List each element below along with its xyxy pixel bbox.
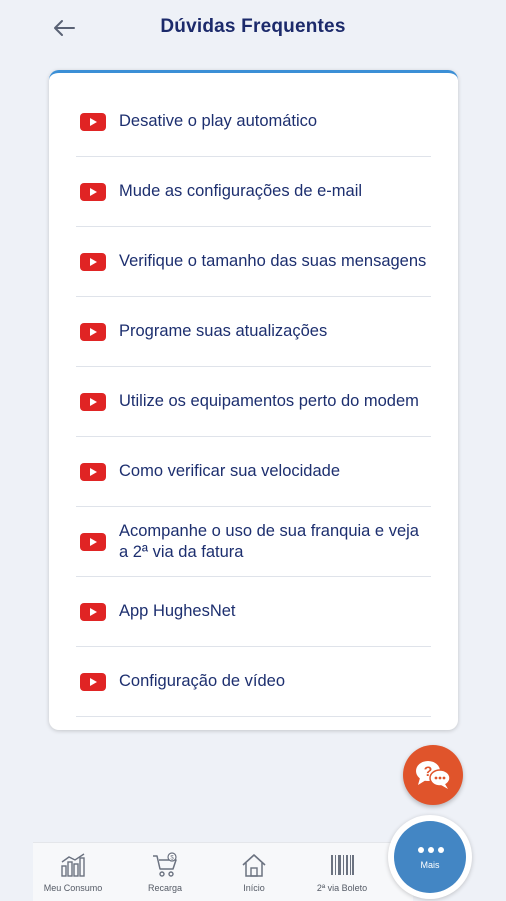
cart-icon: $ (153, 852, 177, 877)
faq-item-video-settings[interactable]: Configuração de vídeo (76, 647, 431, 717)
nav-item-inicio[interactable]: Início (214, 843, 294, 901)
nav-item-meu-consumo[interactable]: Meu Consumo (33, 843, 113, 901)
bar-chart-icon (61, 853, 85, 877)
faq-item-data-usage[interactable]: Acompanhe o uso de sua franquia e veja a… (76, 507, 431, 577)
faq-item-autoplay[interactable]: Desative o play automático (76, 87, 431, 157)
more-button[interactable]: Mais (388, 815, 472, 899)
faq-item-label: Utilize os equipamentos perto do modem (119, 392, 419, 410)
bottom-navigation: Meu Consumo $ Recarga Início 2ª via Bole… (33, 842, 413, 901)
nav-item-recarga[interactable]: $ Recarga (125, 843, 205, 901)
faq-list: Desative o play automático Mude as confi… (76, 87, 431, 717)
nav-label: 2ª via Boleto (316, 883, 368, 893)
youtube-icon (80, 252, 106, 271)
youtube-icon (80, 392, 106, 411)
nav-item-segunda-via-boleto[interactable]: 2ª via Boleto (302, 843, 382, 901)
faq-item-label: Mude as configurações de e-mail (119, 182, 363, 200)
faq-item-schedule-updates[interactable]: Programe suas atualizações (76, 297, 431, 367)
faq-item-label: Desative o play automático (119, 112, 318, 130)
help-chat-button[interactable]: ? (403, 745, 463, 805)
youtube-icon (80, 462, 106, 481)
youtube-icon (80, 532, 106, 551)
chat-help-icon: ? (416, 761, 451, 789)
youtube-icon (80, 182, 106, 201)
faq-item-message-size[interactable]: Verifique o tamanho das suas mensagens (76, 227, 431, 297)
more-button-circle: Mais (394, 821, 466, 893)
faq-item-label: Como verificar sua velocidade (119, 462, 341, 480)
faq-item-check-speed[interactable]: Como verificar sua velocidade (76, 437, 431, 507)
faq-card: Desative o play automático Mude as confi… (49, 70, 458, 730)
more-dots-icon (418, 847, 444, 853)
faq-item-label: Verifique o tamanho das suas mensagens (119, 252, 427, 270)
faq-item-label: App HughesNet (119, 602, 236, 620)
home-icon (242, 854, 266, 877)
app-header: Dúvidas Frequentes (0, 0, 506, 60)
faq-item-near-modem[interactable]: Utilize os equipamentos perto do modem (76, 367, 431, 437)
faq-item-label: Configuração de vídeo (119, 672, 286, 690)
nav-label: Início (243, 883, 265, 893)
nav-label: Meu Consumo (43, 883, 103, 893)
barcode-icon (331, 855, 354, 875)
faq-item-app[interactable]: App HughesNet (76, 577, 431, 647)
youtube-icon (80, 672, 106, 691)
page-title: Dúvidas Frequentes (160, 16, 346, 37)
faq-item-label: Programe suas atualizações (119, 322, 328, 340)
more-label: Mais (420, 860, 440, 870)
nav-label: Recarga (147, 883, 183, 893)
faq-item-label: Acompanhe o uso de sua franquia e veja a… (119, 521, 419, 561)
youtube-icon (80, 112, 106, 131)
youtube-icon (80, 322, 106, 341)
youtube-icon (80, 602, 106, 621)
faq-item-email-settings[interactable]: Mude as configurações de e-mail (76, 157, 431, 227)
